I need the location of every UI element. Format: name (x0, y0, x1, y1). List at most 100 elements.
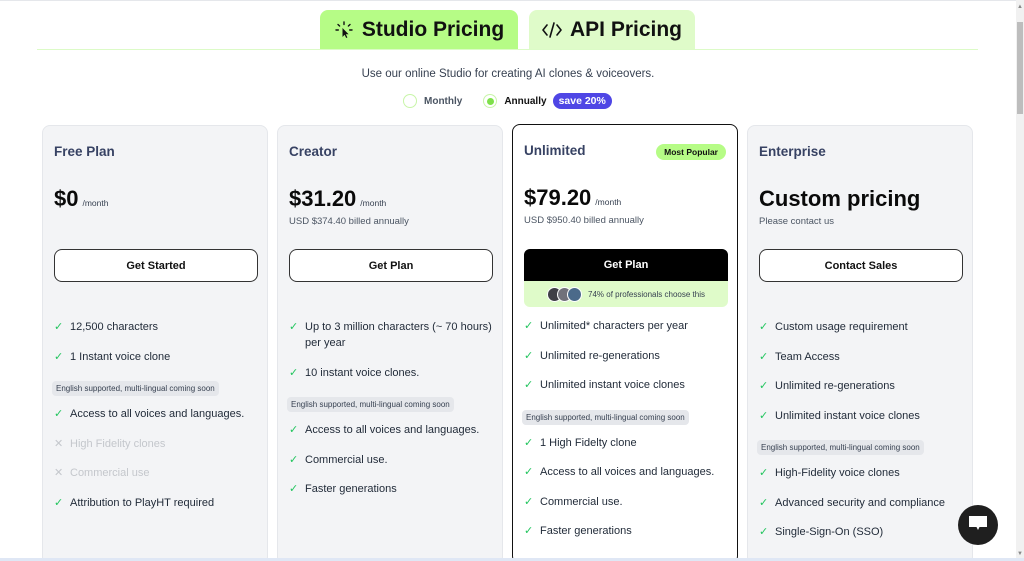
language-note-badge: English supported, multi-lingual coming … (757, 440, 924, 455)
billed-annually-text: USD $374.40 billed annually (289, 216, 409, 227)
feature-item: ✓ High-Fidelity voice clones (759, 465, 969, 481)
check-icon: ✓ (524, 379, 534, 391)
feature-text: Advanced security and compliance (775, 496, 945, 509)
feature-item: ✓ Team Access (759, 349, 969, 365)
feature-text: Attribution to PlayHT required (70, 496, 215, 509)
tab-label: Studio Pricing (361, 17, 505, 41)
tab-label: API Pricing (569, 17, 683, 41)
feature-text: Unlimited re-generations (775, 380, 895, 392)
feature-text: Single-Sign-On (SSO) (775, 526, 884, 538)
feature-item: ✓ Unlimited instant voice clones (759, 408, 969, 424)
check-icon: ✓ (289, 366, 299, 379)
feature-item: ✓ Unlimited re-generations (524, 348, 734, 364)
get-plan-button[interactable]: Get Plan (524, 249, 728, 281)
feature-item: ✓ Unlimited instant voice clones (524, 377, 734, 393)
contact-us-text: Please contact us (759, 216, 834, 227)
feature-text: Access to all voices and languages. (540, 466, 715, 478)
feature-text: 12,500 characters (70, 321, 159, 333)
check-icon: ✓ (54, 496, 64, 509)
tab-studio-pricing[interactable]: Studio Pricing (320, 10, 518, 49)
avatar-group (547, 286, 583, 302)
price-row: $31.20 /month (289, 186, 386, 212)
annually-label[interactable]: Annually (504, 96, 546, 107)
avatar (567, 286, 583, 302)
scrollbar-thumb[interactable] (1017, 22, 1023, 114)
feature-item: ✓ Access to all voices and languages. (524, 464, 734, 480)
check-icon: ✓ (759, 380, 769, 392)
language-note-badge: English supported, multi-lingual coming … (52, 381, 219, 396)
get-plan-button[interactable]: Get Plan (289, 249, 493, 282)
language-note-badge: English supported, multi-lingual coming … (287, 397, 454, 412)
plan-name: Creator (289, 144, 338, 159)
vertical-scrollbar[interactable]: ▲ ▼ (1016, 0, 1024, 561)
feature-item: ✓ 12,500 characters (54, 319, 264, 335)
feature-text: Commercial use. (305, 453, 388, 466)
feature-item: ✓ 10 instant voice clones. (289, 365, 499, 381)
contact-sales-button[interactable]: Contact Sales (759, 249, 963, 282)
plan-card-free: Free Plan $0 /month Get Started ✓ 12,500 … (42, 125, 268, 561)
scroll-up-arrow-icon[interactable]: ▲ (1017, 4, 1023, 10)
price-period: /month (360, 198, 387, 208)
annually-radio[interactable] (483, 94, 498, 108)
check-icon: ✓ (524, 349, 534, 362)
feature-item: ✓ Custom usage requirement (759, 319, 969, 335)
check-icon: ✓ (289, 321, 299, 333)
chat-launcher-button[interactable] (958, 505, 998, 545)
scroll-down-arrow-icon[interactable]: ▼ (1017, 551, 1023, 557)
feature-item: ✓ Unlimited re-generations (759, 378, 969, 394)
check-icon: ✓ (524, 525, 534, 537)
plan-name: Free Plan (54, 144, 115, 159)
feature-text: Commercial use (70, 467, 150, 479)
x-icon: ✕ (54, 467, 64, 479)
feature-item: ✓ Access to all voices and languages. (54, 406, 264, 422)
feature-text: Unlimited re-generations (540, 349, 660, 362)
feature-list: ✓ Custom usage requirement ✓ Team Access ✓ Un… (757, 319, 969, 554)
feature-text: Unlimited instant voice clones (540, 379, 685, 391)
check-icon: ✓ (524, 320, 534, 332)
monthly-radio[interactable] (403, 94, 417, 108)
plan-price: $31.20 (289, 186, 357, 211)
plan-card-enterprise: Enterprise Custom pricing Please contact… (747, 125, 973, 561)
feature-item: ✓ Single-Sign-On (SSO) (759, 524, 969, 540)
feature-item: ✓ Up to 3 million characters (~ 70 hours)… (289, 319, 499, 351)
price-row: $79.20 /month (524, 185, 621, 211)
code-icon (542, 20, 562, 40)
radio-selected-dot (486, 97, 494, 105)
price-period: /month (595, 197, 622, 207)
save-badge: save 20% (552, 93, 612, 109)
check-icon: ✓ (759, 321, 769, 333)
feature-text: Access to all voices and languages. (70, 408, 245, 420)
billed-annually-text: USD $950.40 billed annually (524, 215, 644, 226)
check-icon: ✓ (759, 526, 769, 538)
feature-text: Unlimited instant voice clones (775, 409, 920, 422)
feature-item: ✓ Commercial use. (289, 452, 499, 468)
feature-text: Custom usage requirement (775, 321, 908, 333)
get-started-button[interactable]: Get Started (54, 249, 258, 282)
x-icon: ✕ (54, 437, 64, 450)
feature-item: ✓ Faster generations (524, 523, 734, 539)
check-icon: ✓ (54, 350, 64, 363)
feature-text: 10 instant voice clones. (305, 366, 420, 379)
price-period: /month (82, 198, 109, 208)
check-icon: ✓ (759, 467, 769, 479)
feature-list: ✓ Up to 3 million characters (~ 70 hours)… (287, 319, 499, 511)
feature-list: ✓ 12,500 characters ✓ 1 Instant voice clone… (52, 319, 264, 524)
plan-card-unlimited: Unlimited Most Popular $79.20 /month USD… (512, 124, 738, 561)
billing-toggle: Monthly Annually save 20% (403, 93, 612, 109)
plan-name: Enterprise (759, 144, 826, 159)
feature-text: Faster generations (305, 483, 397, 495)
check-icon: ✓ (54, 408, 64, 420)
feature-item: ✓ Access to all voices and languages. (289, 422, 499, 438)
plan-card-creator: Creator $31.20 /month USD $374.40 billed… (277, 125, 503, 561)
language-note-badge: English supported, multi-lingual coming … (522, 409, 689, 425)
check-icon: ✓ (289, 453, 299, 466)
check-icon: ✓ (524, 436, 534, 449)
monthly-label[interactable]: Monthly (424, 96, 462, 107)
tab-api-pricing[interactable]: API Pricing (529, 10, 695, 49)
price-row: $0 /month (54, 186, 108, 212)
check-icon: ✓ (524, 466, 534, 478)
check-icon: ✓ (759, 496, 769, 509)
feature-text: Up to 3 million characters (~ 70 hours) … (305, 321, 492, 349)
feature-item: ✓ Commercial use. (524, 494, 734, 510)
social-proof-banner: 74% of professionals choose this (524, 281, 728, 307)
